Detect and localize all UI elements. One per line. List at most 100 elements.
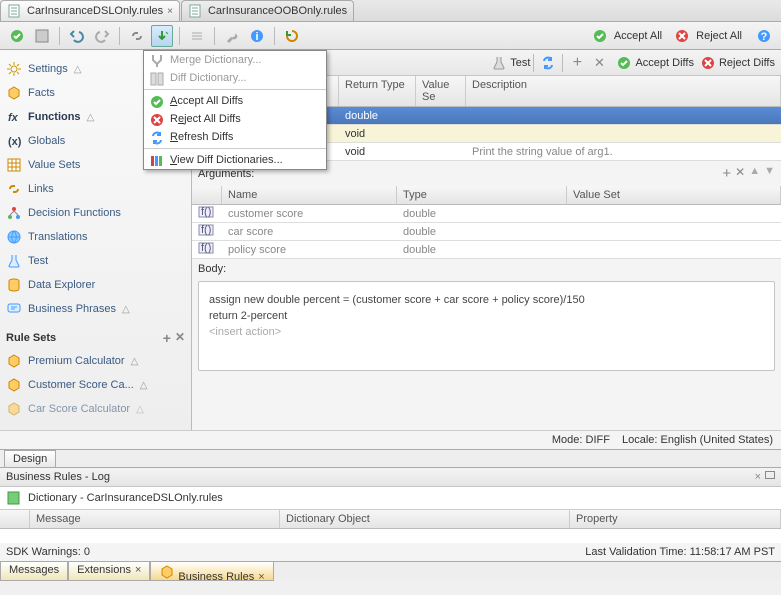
menu-refresh[interactable]: Refresh Diffs bbox=[144, 128, 326, 146]
grid-icon bbox=[6, 157, 22, 173]
main-area: Settings△ Facts fxFunctions△ (x)Globals … bbox=[0, 50, 781, 430]
close-icon[interactable]: × bbox=[258, 571, 264, 583]
fn-icon: f() bbox=[198, 240, 214, 256]
col-message[interactable]: Message bbox=[30, 510, 280, 528]
delete-icon[interactable]: ✕ bbox=[588, 52, 610, 74]
minimize-icon[interactable] bbox=[765, 471, 775, 479]
table-row[interactable]: f()car scoredouble bbox=[192, 223, 781, 241]
add-icon[interactable]: + bbox=[566, 52, 588, 74]
reject-all-button[interactable]: Reject All bbox=[696, 30, 742, 42]
diff-dropdown-button[interactable] bbox=[151, 25, 173, 47]
sidebar-item-links[interactable]: Links bbox=[4, 178, 187, 200]
col-valueset[interactable]: Value Set bbox=[567, 186, 781, 204]
separator bbox=[533, 54, 534, 72]
table-row[interactable]: f()customer scoredouble bbox=[192, 205, 781, 223]
menu-view-dicts[interactable]: View Diff Dictionaries... bbox=[144, 151, 326, 169]
locale-label: Locale: English (United States) bbox=[622, 434, 773, 446]
col-type[interactable]: Type bbox=[397, 186, 567, 204]
sidebar-item-data[interactable]: Data Explorer bbox=[4, 274, 187, 296]
ruleset-item[interactable]: Premium Calculator△ bbox=[4, 350, 187, 372]
rules-file-icon bbox=[7, 3, 23, 19]
accept-all-button[interactable]: Accept All bbox=[614, 30, 662, 42]
svg-text:?: ? bbox=[761, 31, 768, 43]
last-validation: Last Validation Time: 11:58:17 AM PST bbox=[585, 546, 775, 558]
gear-icon bbox=[6, 61, 22, 77]
menu-reject-all[interactable]: Reject All Diffs bbox=[144, 110, 326, 128]
insert-placeholder[interactable]: <insert action> bbox=[209, 326, 764, 338]
table-row[interactable]: f()policy scoredouble bbox=[192, 241, 781, 259]
separator bbox=[179, 27, 180, 45]
wrench-icon[interactable] bbox=[221, 25, 243, 47]
sidebar-item-decision[interactable]: Decision Functions bbox=[4, 202, 187, 224]
link-icon[interactable] bbox=[126, 25, 148, 47]
rules-icon bbox=[159, 564, 175, 580]
log-title: Business Rules - Log bbox=[6, 471, 110, 483]
add-icon[interactable]: + bbox=[722, 165, 731, 182]
accept-all-icon bbox=[589, 25, 611, 47]
col-name[interactable]: Name bbox=[222, 186, 397, 204]
tab-messages[interactable]: Messages bbox=[0, 562, 68, 581]
info-icon[interactable]: i bbox=[246, 25, 268, 47]
refresh-icon bbox=[149, 130, 165, 146]
undo-icon[interactable] bbox=[66, 25, 88, 47]
tab-business-rules[interactable]: Business Rules× bbox=[150, 562, 273, 581]
toolbar: i Accept All Reject All ? bbox=[0, 22, 781, 50]
body-editor[interactable]: assign new double percent = (customer sc… bbox=[198, 281, 775, 371]
accept-diffs-button[interactable]: Accept Diffs bbox=[616, 55, 694, 71]
dictionary-label: Dictionary - CarInsuranceDSLOnly.rules bbox=[28, 492, 223, 504]
separator bbox=[59, 27, 60, 45]
separator bbox=[214, 27, 215, 45]
diff-icon bbox=[149, 71, 165, 87]
file-tab-label: CarInsuranceDSLOnly.rules bbox=[27, 5, 163, 17]
sidebar-item-translations[interactable]: Translations bbox=[4, 226, 187, 248]
design-tab[interactable]: Design bbox=[4, 450, 56, 467]
menu-separator bbox=[144, 148, 326, 149]
data-icon bbox=[6, 277, 22, 293]
delta-icon: △ bbox=[131, 356, 139, 367]
file-tab-active[interactable]: CarInsuranceDSLOnly.rules × bbox=[0, 0, 180, 21]
sync-icon[interactable] bbox=[537, 52, 559, 74]
menu-merge: Merge Dictionary... bbox=[144, 51, 326, 69]
validate-icon[interactable] bbox=[6, 25, 28, 47]
ruleset-item[interactable]: Customer Score Ca...△ bbox=[4, 374, 187, 396]
flask-icon bbox=[491, 55, 507, 71]
reject-all-icon bbox=[671, 25, 693, 47]
col-property[interactable]: Property bbox=[570, 510, 781, 528]
tab-extensions[interactable]: Extensions× bbox=[68, 562, 150, 581]
refresh-icon[interactable] bbox=[281, 25, 303, 47]
col-object[interactable]: Dictionary Object bbox=[280, 510, 570, 528]
file-tab-inactive[interactable]: CarInsuranceOOBOnly.rules bbox=[181, 0, 354, 21]
accept-icon bbox=[149, 94, 165, 110]
ruleset-icon bbox=[6, 353, 22, 369]
save-icon[interactable] bbox=[31, 25, 53, 47]
branch-icon bbox=[6, 205, 22, 221]
menu-accept-all[interactable]: Accept All Diffs bbox=[144, 92, 326, 110]
close-icon[interactable]: × bbox=[167, 6, 173, 17]
delete-icon[interactable]: ✕ bbox=[735, 165, 745, 182]
fx-icon: fx bbox=[6, 109, 22, 125]
col-return[interactable]: Return Type bbox=[339, 76, 416, 106]
body-line: return 2-percent bbox=[209, 310, 764, 322]
svg-text:f(): f() bbox=[201, 206, 211, 218]
up-icon[interactable]: ▲ bbox=[749, 165, 760, 182]
down-icon[interactable]: ▼ bbox=[764, 165, 775, 182]
status-bar: Mode: DIFF Locale: English (United State… bbox=[0, 430, 781, 449]
log-panel: Business Rules - Log × Dictionary - CarI… bbox=[0, 467, 781, 561]
col-desc[interactable]: Description bbox=[466, 76, 781, 106]
sidebar-item-test[interactable]: Test bbox=[4, 250, 187, 272]
ruleset-item[interactable]: Car Score Calculator△ bbox=[4, 398, 187, 420]
mode-label: Mode: DIFF bbox=[552, 434, 610, 446]
add-icon[interactable]: + bbox=[163, 330, 171, 346]
close-icon[interactable]: × bbox=[135, 564, 141, 576]
col-valueset[interactable]: Value Se bbox=[416, 76, 466, 106]
close-icon[interactable]: × bbox=[755, 471, 761, 483]
test-button[interactable]: Test bbox=[491, 55, 530, 71]
redo-icon[interactable] bbox=[91, 25, 113, 47]
delete-icon[interactable]: ✕ bbox=[175, 330, 185, 346]
rules-file-icon bbox=[188, 3, 204, 19]
nav-icon[interactable] bbox=[186, 25, 208, 47]
file-tab-label: CarInsuranceOOBOnly.rules bbox=[208, 5, 347, 17]
sidebar-item-phrases[interactable]: Business Phrases△ bbox=[4, 298, 187, 320]
reject-diffs-button[interactable]: Reject Diffs bbox=[700, 55, 775, 71]
help-icon[interactable]: ? bbox=[753, 25, 775, 47]
